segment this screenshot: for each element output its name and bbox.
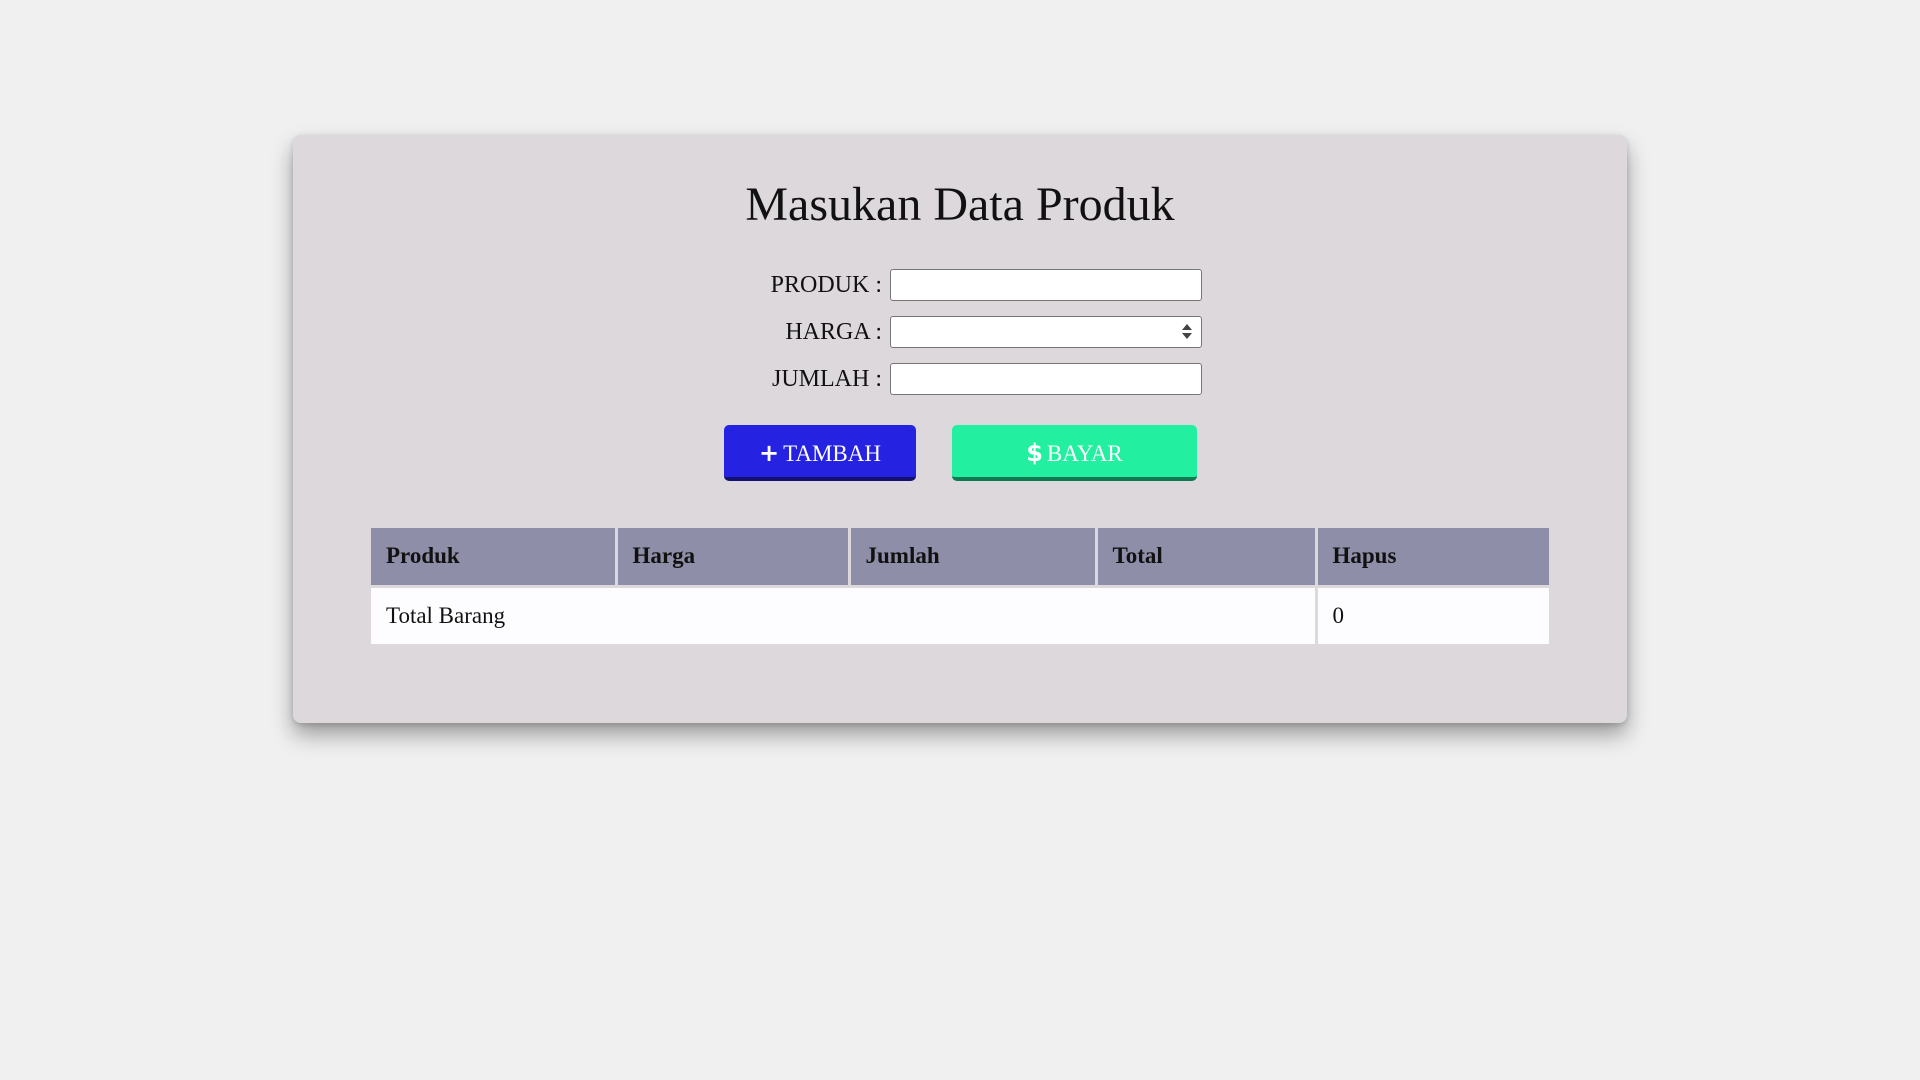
harga-row: HARGA : (293, 316, 1627, 348)
column-header-jumlah: Jumlah (849, 528, 1098, 588)
table-header-row: Produk Harga Jumlah Total Hapus (371, 528, 1549, 588)
produk-label: PRODUK : (770, 272, 882, 298)
column-header-total: Total (1096, 528, 1318, 588)
column-header-hapus: Hapus (1316, 528, 1549, 588)
page-title: Masukan Data Produk (745, 178, 1175, 231)
produk-input[interactable] (890, 269, 1202, 301)
spinner-down-icon[interactable] (1182, 333, 1192, 339)
harga-label: HARGA : (785, 319, 882, 345)
tambah-button[interactable]: + TAMBAH (724, 425, 916, 481)
jumlah-input[interactable] (890, 363, 1202, 395)
number-spinner-icon[interactable] (1181, 324, 1193, 342)
dollar-icon: $ (1026, 439, 1043, 467)
total-row: Total Barang 0 (371, 586, 1549, 644)
spinner-up-icon[interactable] (1182, 324, 1192, 330)
product-table: Produk Harga Jumlah Total Hapus Total Ba… (371, 528, 1549, 644)
column-header-harga: Harga (616, 528, 851, 588)
total-barang-value: 0 (1316, 586, 1549, 644)
bayar-label: BAYAR (1046, 441, 1123, 466)
jumlah-row: JUMLAH : (293, 363, 1627, 395)
total-barang-label: Total Barang (371, 586, 1318, 644)
bayar-button[interactable]: $ BAYAR (952, 425, 1197, 481)
jumlah-label: JUMLAH : (771, 366, 882, 392)
plus-icon: + (759, 439, 780, 467)
product-form-card: Masukan Data Produk PRODUK : HARGA : JUM… (293, 135, 1627, 723)
harga-input[interactable] (890, 316, 1202, 348)
produk-row: PRODUK : (293, 269, 1627, 301)
column-header-produk: Produk (371, 528, 618, 588)
tambah-label: TAMBAH (783, 441, 881, 466)
